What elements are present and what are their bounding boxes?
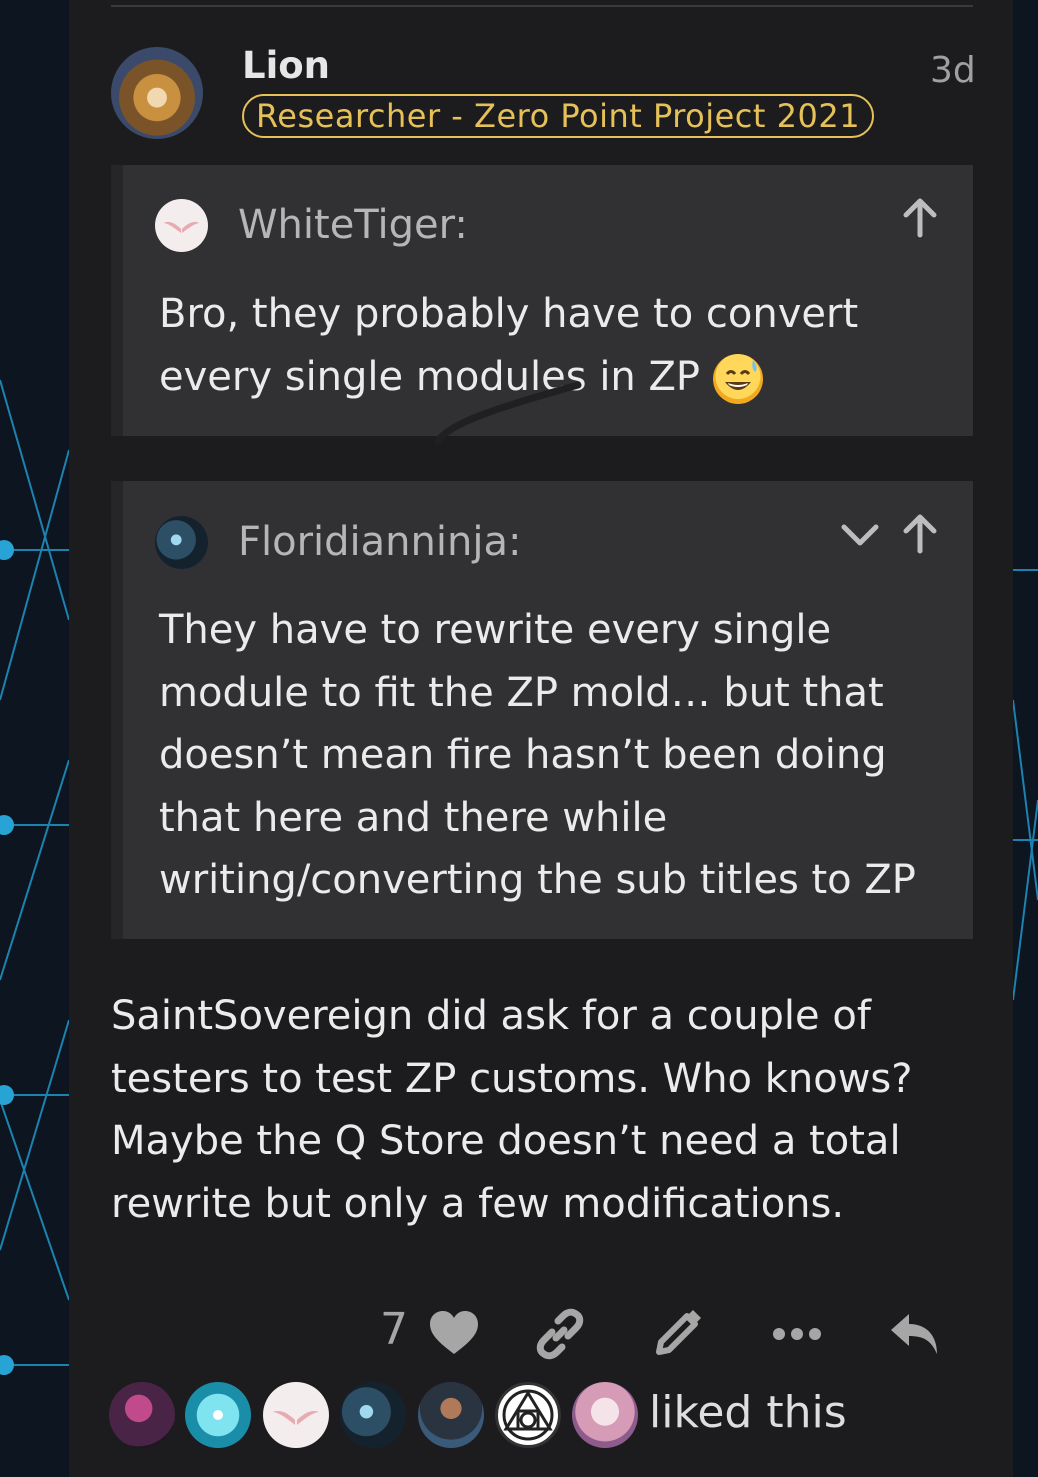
post-body: SaintSovereign did ask for a couple of t…: [111, 993, 913, 1227]
quote-author-name[interactable]: Floridianninja:: [238, 519, 521, 565]
arrow-up-icon[interactable]: [898, 511, 942, 555]
like-count[interactable]: 7: [380, 1304, 408, 1355]
quote-text: They have to rewrite every single module…: [159, 607, 916, 903]
forum-post: Lion Researcher - Zero Point Project 202…: [69, 0, 1013, 1477]
liked-this-label: liked this: [649, 1387, 847, 1438]
post-timestamp[interactable]: 3d: [930, 50, 976, 91]
grinning-sweat-emoji: [712, 353, 763, 404]
quote-author-avatar[interactable]: [155, 516, 208, 569]
reply-icon[interactable]: [889, 1308, 941, 1360]
post-divider: [111, 5, 973, 7]
author-username[interactable]: Lion: [242, 44, 330, 87]
heart-icon[interactable]: [428, 1308, 480, 1360]
quote-author-avatar[interactable]: [155, 199, 208, 252]
pencil-icon[interactable]: [651, 1308, 703, 1360]
liker-avatar[interactable]: [418, 1382, 484, 1448]
quote-author-name[interactable]: WhiteTiger:: [238, 202, 468, 248]
author-flair-badge: Researcher - Zero Point Project 2021: [242, 94, 875, 138]
chevron-down-icon[interactable]: [838, 513, 882, 557]
alchemy-symbol-icon: [502, 1389, 554, 1441]
wings-icon: [164, 221, 199, 233]
wings-icon: [273, 1410, 319, 1425]
liker-avatar[interactable]: [495, 1382, 561, 1448]
quote-block: Floridianninja: They have to rewrite eve…: [111, 481, 973, 939]
liker-avatar[interactable]: [185, 1382, 251, 1448]
quote-block: WhiteTiger: Bro, they probably have to c…: [111, 165, 973, 445]
scribble-mark: [434, 381, 582, 445]
link-icon[interactable]: [534, 1308, 586, 1360]
arrow-up-icon[interactable]: [898, 195, 942, 239]
liker-avatar[interactable]: [109, 1382, 175, 1448]
liker-avatar[interactable]: [263, 1382, 329, 1448]
more-icon[interactable]: [771, 1308, 823, 1360]
author-avatar[interactable]: [111, 47, 203, 139]
liker-avatar[interactable]: [340, 1382, 406, 1448]
liker-avatar[interactable]: [572, 1382, 638, 1448]
post-actions: 7: [69, 1300, 1013, 1370]
